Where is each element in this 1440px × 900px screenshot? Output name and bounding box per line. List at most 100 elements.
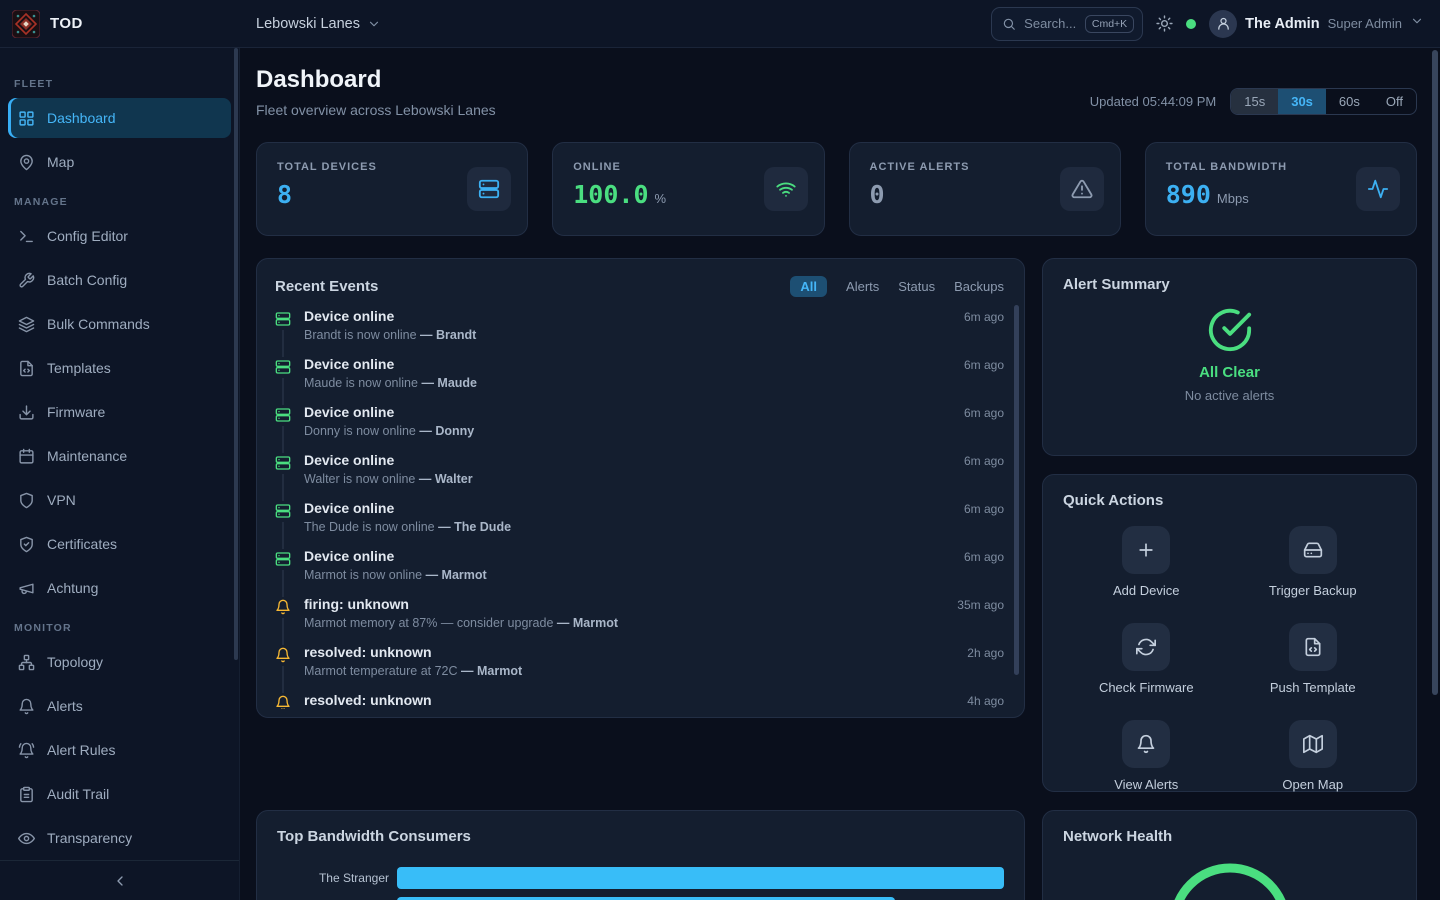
stat-unit: Mbps <box>1217 191 1249 206</box>
stat-value: 100.0 <box>573 180 648 209</box>
refresh-option-off[interactable]: Off <box>1373 89 1416 114</box>
shield-check-icon <box>18 536 35 553</box>
sidebar-item-alerts[interactable]: Alerts <box>8 686 231 726</box>
stat-cards: TOTAL DEVICES 8 ONLINE 100.0 % ACTIVE AL… <box>256 142 1417 236</box>
sidebar-item-label: Map <box>47 154 74 170</box>
sidebar-item-topology[interactable]: Topology <box>8 642 231 682</box>
bell-icon <box>275 597 291 618</box>
brand-logo-icon <box>12 10 40 38</box>
main-content: Dashboard Fleet overview across Lebowski… <box>240 48 1440 900</box>
theme-toggle-button[interactable] <box>1156 15 1173 32</box>
sidebar-item-batch-config[interactable]: Batch Config <box>8 260 231 300</box>
event-time: 2h ago <box>967 645 1004 660</box>
bandwidth-bar-chart: The Stranger Walter <box>277 867 1004 900</box>
search-box[interactable]: Cmd+K <box>991 7 1143 41</box>
org-switcher[interactable]: Lebowski Lanes <box>256 16 381 32</box>
sidebar-item-label: Alert Rules <box>47 742 115 758</box>
server-icon <box>275 549 291 570</box>
stat-card-total-devices: TOTAL DEVICES 8 <box>256 142 528 236</box>
sidebar-item-map[interactable]: Map <box>8 142 231 182</box>
sidebar-item-audit-trail[interactable]: Audit Trail <box>8 774 231 814</box>
bell-icon <box>18 698 35 715</box>
org-name: Lebowski Lanes <box>256 16 360 32</box>
server-icon <box>275 453 291 474</box>
topbar: TOD Lebowski Lanes Cmd+K The Admin Super… <box>0 0 1440 48</box>
tab-status[interactable]: Status <box>898 276 935 297</box>
events-scrollbar[interactable] <box>1014 305 1019 675</box>
event-row[interactable]: Device online Marmot is now online — Mar… <box>275 549 1004 597</box>
sidebar-item-dashboard[interactable]: Dashboard <box>8 98 231 138</box>
tab-all[interactable]: All <box>790 276 827 297</box>
page-subtitle: Fleet overview across Lebowski Lanes <box>256 102 496 118</box>
event-row[interactable]: resolved: unknown 4h ago <box>275 693 1004 709</box>
server-icon <box>275 405 291 426</box>
sidebar-item-label: Achtung <box>47 580 98 596</box>
check-circle-icon <box>1207 307 1253 353</box>
page-scrollbar[interactable] <box>1432 50 1438 695</box>
sidebar-item-label: Maintenance <box>47 448 127 464</box>
event-row[interactable]: Device online Walter is now online — Wal… <box>275 453 1004 501</box>
sidebar-item-vpn[interactable]: VPN <box>8 480 231 520</box>
sidebar-scrollbar[interactable] <box>234 48 238 660</box>
bell-ring-icon <box>18 742 35 759</box>
event-time: 6m ago <box>964 453 1004 468</box>
quick-action-check-firmware[interactable]: Check Firmware <box>1063 623 1230 695</box>
event-row[interactable]: Device online Brandt is now online — Bra… <box>275 309 1004 357</box>
health-gauge: 100 <box>1166 860 1294 900</box>
sidebar-item-firmware[interactable]: Firmware <box>8 392 231 432</box>
tab-backups[interactable]: Backups <box>954 276 1004 297</box>
event-time: 6m ago <box>964 309 1004 324</box>
sidebar-collapse-button[interactable] <box>0 860 239 900</box>
tab-alerts[interactable]: Alerts <box>846 276 879 297</box>
sun-icon <box>1156 15 1173 32</box>
sidebar-item-achtung[interactable]: Achtung <box>8 568 231 608</box>
brand-name: TOD <box>50 15 83 32</box>
stat-value: 0 <box>870 180 885 209</box>
sidebar-item-bulk-commands[interactable]: Bulk Commands <box>8 304 231 344</box>
search-shortcut-badge: Cmd+K <box>1085 15 1134 33</box>
event-row[interactable]: Device online Maude is now online — Maud… <box>275 357 1004 405</box>
sidebar-section-fleet: FLEET <box>14 78 231 90</box>
search-input[interactable] <box>1024 16 1077 31</box>
bell-icon <box>275 693 291 709</box>
refresh-interval-segment: 15s 30s 60s Off <box>1230 88 1417 115</box>
server-icon <box>275 501 291 522</box>
event-row[interactable]: resolved: unknown Marmot temperature at … <box>275 645 1004 693</box>
quick-action-add-device[interactable]: Add Device <box>1063 526 1230 598</box>
quick-action-open-map[interactable]: Open Map <box>1230 720 1397 792</box>
event-time: 35m ago <box>957 597 1004 612</box>
sidebar-item-alert-rules[interactable]: Alert Rules <box>8 730 231 770</box>
event-row[interactable]: Device online The Dude is now online — T… <box>275 501 1004 549</box>
layers-icon <box>18 316 35 333</box>
event-row[interactable]: firing: unknown Marmot memory at 87% — c… <box>275 597 1004 645</box>
sidebar-item-label: VPN <box>47 492 76 508</box>
event-time: 4h ago <box>967 693 1004 708</box>
sidebar-item-config-editor[interactable]: Config Editor <box>8 216 231 256</box>
bandwidth-row: The Stranger <box>277 867 1004 889</box>
refresh-option-30s[interactable]: 30s <box>1278 89 1326 114</box>
event-time: 6m ago <box>964 405 1004 420</box>
sidebar-item-templates[interactable]: Templates <box>8 348 231 388</box>
quick-action-trigger-backup[interactable]: Trigger Backup <box>1230 526 1397 598</box>
sidebar-item-transparency[interactable]: Transparency <box>8 818 231 858</box>
quick-action-view-alerts[interactable]: View Alerts <box>1063 720 1230 792</box>
sidebar-item-maintenance[interactable]: Maintenance <box>8 436 231 476</box>
recent-events-panel: Recent Events All Alerts Status Backups … <box>256 258 1025 718</box>
updated-timestamp: Updated 05:44:09 PM <box>1090 94 1216 109</box>
alert-status: All Clear <box>1199 364 1260 381</box>
refresh-option-15s[interactable]: 15s <box>1231 89 1278 114</box>
wrench-icon <box>18 272 35 289</box>
chevron-down-icon <box>1410 14 1424 28</box>
sidebar-item-label: Firmware <box>47 404 105 420</box>
refresh-option-60s[interactable]: 60s <box>1326 89 1373 114</box>
recent-events-title: Recent Events <box>275 278 378 295</box>
download-icon <box>18 404 35 421</box>
quick-action-push-template[interactable]: Push Template <box>1230 623 1397 695</box>
event-time: 6m ago <box>964 357 1004 372</box>
user-menu[interactable]: The Admin Super Admin <box>1209 10 1424 38</box>
brand: TOD <box>0 10 240 38</box>
sidebar-item-label: Certificates <box>47 536 117 552</box>
event-row[interactable]: Device online Donny is now online — Donn… <box>275 405 1004 453</box>
eye-icon <box>18 830 35 847</box>
sidebar-item-certificates[interactable]: Certificates <box>8 524 231 564</box>
